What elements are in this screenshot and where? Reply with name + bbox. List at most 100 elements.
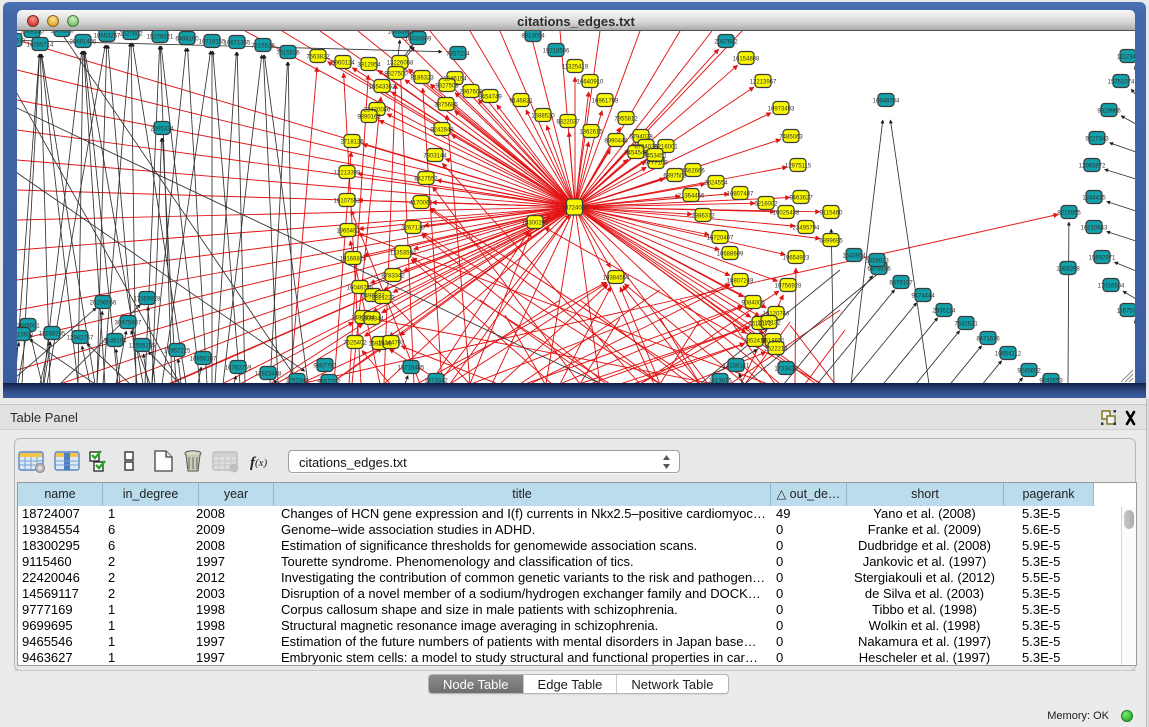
svg-text:8322037: 8322037 bbox=[556, 120, 580, 126]
svg-text:1546154: 1546154 bbox=[443, 77, 467, 83]
svg-text:16640910: 16640910 bbox=[577, 80, 604, 86]
svg-text:1167533: 1167533 bbox=[1117, 309, 1135, 315]
svg-text:7803144: 7803144 bbox=[423, 154, 447, 160]
svg-text:9227343: 9227343 bbox=[1085, 137, 1109, 143]
svg-text:18724007: 18724007 bbox=[562, 206, 589, 212]
svg-text:17359928: 17359928 bbox=[134, 297, 161, 303]
svg-text:7625402: 7625402 bbox=[343, 341, 367, 347]
svg-text:23420046: 23420046 bbox=[364, 108, 391, 114]
svg-text:6794028: 6794028 bbox=[629, 135, 653, 141]
svg-text:12923448: 12923448 bbox=[255, 372, 282, 378]
svg-text:1485001: 1485001 bbox=[17, 324, 40, 330]
svg-text:19144793: 19144793 bbox=[378, 341, 405, 347]
svg-text:9115460: 9115460 bbox=[820, 211, 844, 217]
svg-text:1588520: 1588520 bbox=[531, 114, 555, 120]
svg-text:1673342: 1673342 bbox=[424, 379, 448, 384]
svg-text:1244415: 1244415 bbox=[1082, 196, 1106, 202]
svg-text:7986372: 7986372 bbox=[691, 214, 715, 220]
svg-text:9777169: 9777169 bbox=[644, 161, 668, 167]
svg-text:14055714: 14055714 bbox=[27, 43, 54, 49]
svg-text:16671355: 16671355 bbox=[224, 41, 251, 47]
svg-text:7515526: 7515526 bbox=[251, 44, 275, 50]
svg-text:16033809: 16033809 bbox=[405, 37, 432, 43]
svg-text:8471676: 8471676 bbox=[976, 337, 1000, 343]
svg-text:7357224: 7357224 bbox=[446, 52, 470, 58]
svg-text:3267130: 3267130 bbox=[401, 226, 425, 232]
svg-text:10688609: 10688609 bbox=[717, 252, 744, 258]
svg-text:8783342: 8783342 bbox=[381, 274, 405, 280]
svg-text:9245653: 9245653 bbox=[1039, 379, 1063, 384]
svg-text:9890162: 9890162 bbox=[357, 115, 381, 121]
svg-text:9857791: 9857791 bbox=[313, 364, 337, 370]
svg-text:1733426: 1733426 bbox=[774, 367, 798, 373]
svg-text:1362615: 1362615 bbox=[579, 130, 603, 136]
svg-text:9242848: 9242848 bbox=[430, 128, 454, 134]
svg-text:1640954: 1640954 bbox=[842, 254, 866, 260]
svg-text:3915931: 3915931 bbox=[17, 333, 34, 339]
svg-text:7485063: 7485063 bbox=[779, 135, 803, 141]
svg-text:9146821: 9146821 bbox=[509, 99, 533, 105]
svg-text:16648784: 16648784 bbox=[873, 99, 900, 105]
svg-text:21364456: 21364456 bbox=[678, 194, 705, 200]
svg-text:11568295: 11568295 bbox=[39, 332, 66, 338]
svg-text:19218506: 19218506 bbox=[543, 49, 570, 55]
svg-text:10653267: 10653267 bbox=[94, 34, 121, 40]
svg-text:10719155: 10719155 bbox=[199, 40, 226, 46]
svg-text:16782759: 16782759 bbox=[225, 366, 252, 372]
svg-text:10958107: 10958107 bbox=[190, 357, 217, 363]
svg-text:19166825: 19166825 bbox=[340, 257, 367, 263]
svg-text:23495794: 23495794 bbox=[793, 226, 820, 232]
svg-text:6216001: 6216001 bbox=[654, 145, 678, 151]
svg-text:12505135: 12505135 bbox=[129, 344, 156, 350]
svg-text:3912954: 3912954 bbox=[357, 63, 381, 69]
svg-text:13226058: 13226058 bbox=[387, 61, 414, 67]
svg-text:12213399: 12213399 bbox=[334, 171, 361, 177]
svg-text:1292345: 1292345 bbox=[285, 379, 309, 384]
svg-text:12942757: 12942757 bbox=[67, 336, 94, 342]
svg-text:8618651: 8618651 bbox=[761, 339, 785, 345]
svg-text:9474444: 9474444 bbox=[911, 294, 935, 300]
svg-text:10756928: 10756928 bbox=[775, 284, 802, 290]
svg-text:8990448: 8990448 bbox=[604, 139, 628, 145]
svg-text:17016504: 17016504 bbox=[1098, 284, 1125, 290]
svg-text:2221222: 2221222 bbox=[371, 296, 395, 302]
svg-text:16033809: 16033809 bbox=[388, 31, 415, 36]
svg-text:12213967: 12213967 bbox=[750, 80, 777, 86]
svg-text:12975115: 12975115 bbox=[785, 164, 812, 170]
svg-text:8813054: 8813054 bbox=[521, 34, 545, 40]
svg-text:1112345: 1112345 bbox=[1117, 55, 1135, 61]
svg-text:15716485: 15716485 bbox=[398, 366, 425, 372]
svg-text:9245652: 9245652 bbox=[1017, 369, 1041, 375]
svg-text:15692971: 15692971 bbox=[1089, 256, 1116, 262]
svg-text:2087682: 2087682 bbox=[714, 40, 738, 46]
svg-text:2718126: 2718126 bbox=[340, 140, 364, 146]
svg-text:8454749: 8454749 bbox=[478, 95, 502, 101]
svg-text:12093872: 12093872 bbox=[1079, 164, 1106, 170]
svg-text:5938923: 5938923 bbox=[865, 259, 889, 265]
svg-text:6879197: 6879197 bbox=[889, 281, 913, 287]
svg-text:15720407: 15720407 bbox=[707, 236, 734, 242]
svg-text:30975887: 30975887 bbox=[115, 321, 142, 327]
svg-text:20206556: 20206556 bbox=[90, 301, 117, 307]
svg-text:9327508: 9327508 bbox=[435, 84, 459, 90]
svg-text:18300295: 18300295 bbox=[522, 221, 549, 227]
svg-text:9084006: 9084006 bbox=[741, 301, 765, 307]
svg-text:10807487: 10807487 bbox=[727, 192, 754, 198]
svg-text:1065326: 1065326 bbox=[50, 31, 74, 35]
svg-text:10654112: 10654112 bbox=[995, 352, 1022, 358]
svg-text:6466160: 6466160 bbox=[175, 37, 199, 43]
svg-text:2005334: 2005334 bbox=[150, 127, 174, 133]
svg-text:3875685: 3875685 bbox=[434, 103, 458, 109]
svg-text:16046755: 16046755 bbox=[347, 286, 374, 292]
svg-text:7462666: 7462666 bbox=[681, 169, 705, 175]
svg-text:10973493: 10973493 bbox=[768, 107, 795, 113]
svg-text:3453451: 3453451 bbox=[643, 154, 667, 160]
svg-text:15751074: 15751074 bbox=[1108, 80, 1135, 86]
svg-text:6899695: 6899695 bbox=[819, 239, 843, 245]
svg-text:18807249: 18807249 bbox=[727, 279, 754, 285]
svg-text:6216002: 6216002 bbox=[754, 202, 778, 208]
svg-text:15276021: 15276021 bbox=[147, 35, 174, 41]
svg-text:1145194: 1145194 bbox=[104, 339, 128, 345]
svg-text:16543362: 16543362 bbox=[369, 85, 396, 91]
svg-text:1068268: 1068268 bbox=[1056, 267, 1080, 273]
